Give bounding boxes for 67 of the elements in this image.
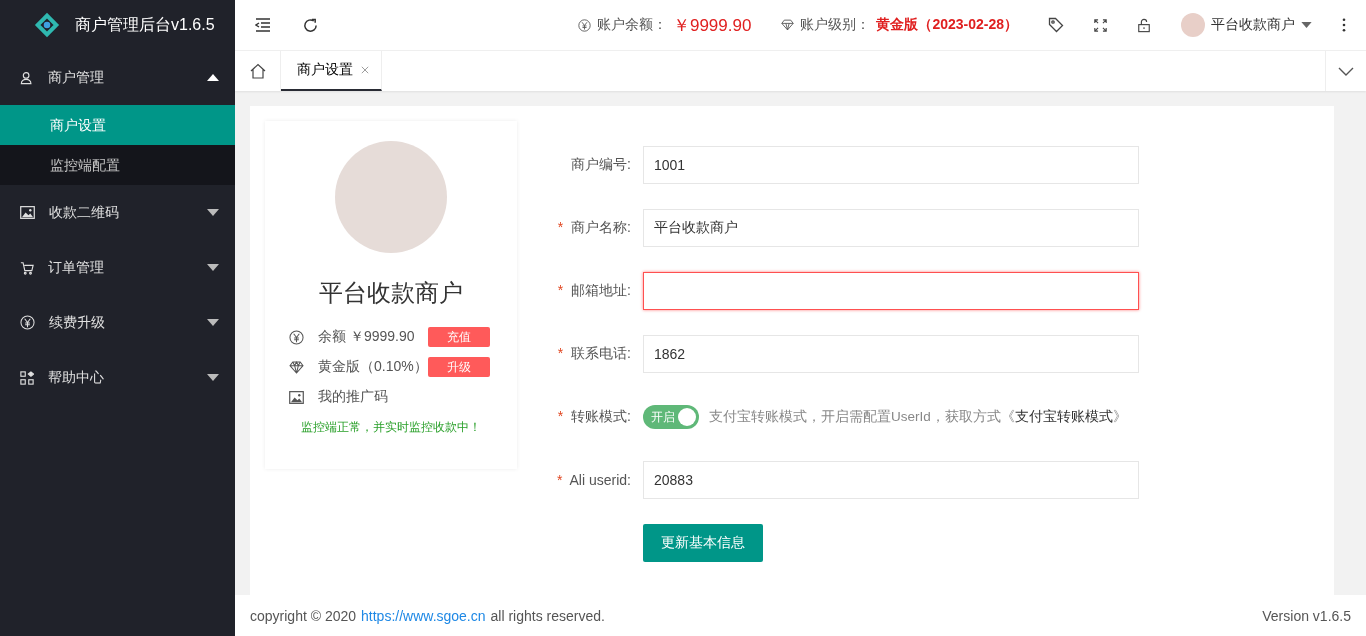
version-text: Version v1.6.5 [1262,607,1351,624]
rights-text: all rights reserved. [490,607,605,624]
required-mark: * [557,345,564,361]
level-value: 黄金版（2023-02-28） [876,16,1018,34]
app-title: 商户管理后台v1.6.5 [75,14,215,35]
field-label: Ali userid: [569,472,631,488]
website-link[interactable]: https://www.sgoe.cn [361,607,486,624]
image-icon [20,206,35,219]
profile-info: 我的推广码 [318,388,389,406]
diamond-icon [781,19,795,31]
field-label: 商户名称: [571,219,631,235]
fullscreen-icon[interactable] [1094,18,1107,32]
required-mark: * [557,219,564,235]
logo-icon [33,11,61,39]
input-field[interactable]: 平台收款商户 [643,209,1139,247]
balance-label: 账户余额： [596,16,667,34]
menu-item[interactable]: 订单管理 [0,240,235,295]
tab[interactable]: 商户设置 [281,51,382,91]
caret-icon [207,74,219,81]
copyright-text: copyright © 2020 [250,607,357,624]
update-button[interactable]: 更新基本信息 [643,524,763,562]
required-mark: * [556,472,563,488]
required-mark: * [557,408,564,424]
submenu-item[interactable]: 商户设置 [0,105,235,145]
refresh-icon[interactable] [303,17,318,33]
chevron-down-icon [1338,66,1354,76]
home-icon [249,63,266,79]
caret-icon [207,374,219,381]
menu-item[interactable]: 帮助中心 [0,350,235,405]
profile-info: 余额 ￥9999.90 [318,328,416,346]
merchant-name: 平台收款商户 [319,278,463,308]
required-mark: * [557,282,564,298]
submenu-item[interactable]: 监控端配置 [0,145,235,185]
user-icon [20,70,34,85]
apps-icon [20,370,34,385]
field-label: 商户编号: [571,156,631,172]
menu-item[interactable]: 收款二维码 [0,185,235,240]
yen-icon [20,315,35,330]
balance-value: ￥9999.90 [672,14,752,37]
profile-info: 黄金版（0.10%） [318,358,428,376]
caret-icon [207,264,219,271]
input-field[interactable]: 1862 [643,335,1139,373]
cart-icon [20,260,34,275]
level-label: 账户级别： [800,16,871,34]
menu-collapse-icon[interactable] [255,18,271,32]
menu-item[interactable]: 商户管理 [0,50,235,105]
field-label: 转账模式: [571,408,631,424]
tag-icon[interactable] [1048,17,1064,33]
input-field[interactable]: 20883 [643,461,1139,499]
yen-icon [577,18,591,32]
input-field[interactable] [643,272,1139,310]
field-label: 邮箱地址: [571,282,631,298]
close-icon[interactable] [361,66,369,74]
monitor-status: 监控端正常，并实时监控收款中！ [301,419,481,436]
diamond-icon [289,360,304,374]
field-hint: 支付宝转账模式，开启需配置UserId，获取方式《支付宝转账模式》 [709,408,1127,426]
image-icon [289,390,304,404]
more-icon[interactable] [1342,18,1346,32]
yen-icon [289,329,304,345]
caret-icon [1301,22,1312,28]
menu-item[interactable]: 续费升级 [0,295,235,350]
caret-icon [207,209,219,216]
input-field[interactable]: 1001 [643,146,1139,184]
field-label: 联系电话: [571,345,631,361]
lock-icon[interactable] [1137,17,1151,33]
user-menu[interactable]: 平台收款商户 [1211,16,1295,34]
caret-icon [207,319,219,326]
